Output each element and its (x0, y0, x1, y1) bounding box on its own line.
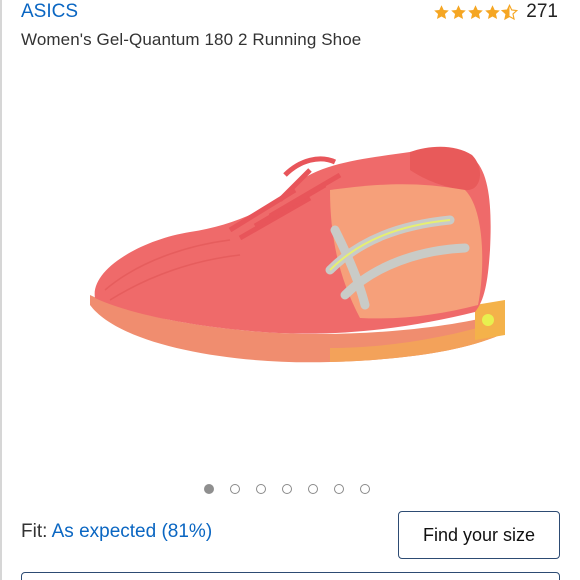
brand-link[interactable]: ASICS (21, 1, 78, 23)
half-star-icon (501, 3, 519, 20)
pagination-dot[interactable] (360, 484, 370, 494)
shoe-illustration (90, 146, 505, 363)
pagination-dot[interactable] (204, 484, 214, 494)
star-icon (468, 4, 484, 19)
star-icon (434, 4, 450, 19)
star-rating (433, 3, 519, 21)
find-your-size-button[interactable]: Find your size (398, 511, 560, 559)
rating[interactable]: 271 (433, 0, 558, 24)
star-icon (451, 4, 467, 19)
fit-info: Fit: As expected (81%) (21, 521, 212, 543)
rating-count[interactable]: 271 (526, 1, 558, 23)
pagination-dot[interactable] (282, 484, 292, 494)
product-image[interactable] (80, 130, 520, 400)
product-title: Women's Gel-Quantum 180 2 Running Shoe (21, 30, 362, 49)
next-button-partial[interactable] (21, 572, 560, 580)
pagination-dot[interactable] (334, 484, 344, 494)
pagination-dot[interactable] (256, 484, 266, 494)
left-border (0, 0, 2, 580)
star-icon (485, 4, 501, 19)
product-page: ASICS 271 Women's Gel-Quantum 180 2 Runn… (0, 0, 580, 580)
fit-value-link[interactable]: As expected (81%) (52, 521, 213, 542)
pagination-dot[interactable] (230, 484, 240, 494)
pagination-dot[interactable] (308, 484, 318, 494)
fit-label: Fit: (21, 521, 48, 542)
